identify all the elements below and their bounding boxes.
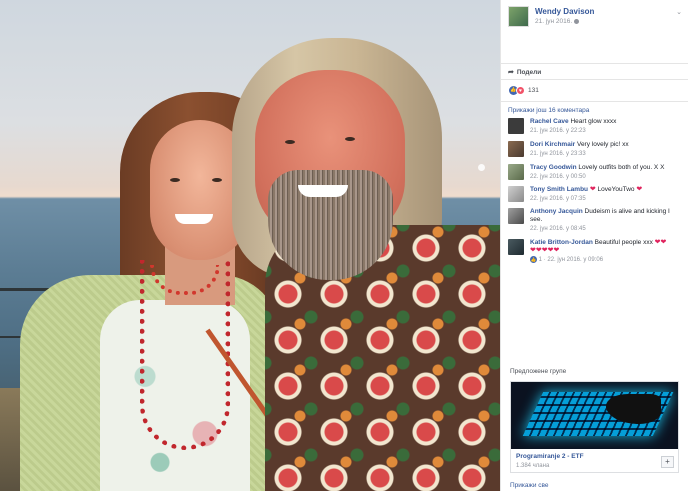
commenter-avatar[interactable] xyxy=(508,239,524,255)
commenter-avatar[interactable] xyxy=(508,186,524,202)
action-bar: ➦ Подели xyxy=(501,63,688,80)
comment-like-count[interactable]: 1 xyxy=(539,257,542,263)
commenter-name[interactable]: Anthony Jacquin xyxy=(530,208,583,215)
post-date[interactable]: 21. јун 2016. xyxy=(535,18,580,25)
heart-icon: ❤ xyxy=(589,186,596,193)
eye xyxy=(170,178,180,182)
commenter-avatar[interactable] xyxy=(508,208,524,224)
commenter-avatar[interactable] xyxy=(508,141,524,157)
commenter-name[interactable]: Katie Britton-Jordan xyxy=(530,239,593,246)
eye xyxy=(345,137,355,141)
heart-icon: ❤❤ xyxy=(654,239,667,246)
reaction-count: 131 xyxy=(528,87,539,94)
suggested-groups-title: Предложене групе xyxy=(510,368,567,375)
suggested-group-card[interactable]: Programiranje 2 - ETF 1.384 члана + xyxy=(510,381,679,473)
comment-timestamp[interactable]: · 22. јун 2016. у 09:06 xyxy=(544,257,603,263)
comment-body: Rachel Cave Heart glow xxxx 21. јун 2016… xyxy=(530,118,680,135)
post-header: Wendy Davison 21. јун 2016. ⌄ xyxy=(508,6,686,28)
commenter-name[interactable]: Rachel Cave xyxy=(530,118,569,125)
sun xyxy=(478,164,485,171)
comment-meta: 👍 1 · 22. јун 2016. у 09:06 xyxy=(530,256,680,264)
view-more-comments-link[interactable]: Прикажи још 16 коментара xyxy=(508,107,589,114)
comment-text: Heart glow xxxx xyxy=(570,118,617,125)
eye xyxy=(212,178,222,182)
comment-text: Lovely outfits both of you. X X xyxy=(578,164,665,171)
chevron-down-icon[interactable]: ⌄ xyxy=(676,8,682,16)
commenter-name[interactable]: Tracy Goodwin xyxy=(530,164,577,171)
heart-icon: ❤❤❤❤❤ xyxy=(530,247,560,254)
comment-body: Katie Britton-Jordan Beautiful people xx… xyxy=(530,239,680,264)
comment-body: Anthony Jacquin Dudeism is alive and kic… xyxy=(530,208,680,233)
comment-body: Tony Smith Lambu ❤ LoveYouTwo ❤ 22. јун … xyxy=(530,186,680,203)
comment-timestamp[interactable]: 21. јун 2016. у 22:23 xyxy=(530,127,680,135)
commenter-name[interactable]: Dori Kirchmair xyxy=(530,141,575,148)
commenter-avatar[interactable] xyxy=(508,118,524,134)
share-icon: ➦ xyxy=(508,69,514,76)
post-side-pane: Wendy Davison 21. јун 2016. ⌄ ➦ Подели 👍 … xyxy=(500,0,688,491)
necklace xyxy=(140,260,230,450)
like-icon: 👍 xyxy=(530,256,537,263)
comment-timestamp[interactable]: 22. јун 2016. у 08:45 xyxy=(530,225,680,233)
author-name[interactable]: Wendy Davison xyxy=(535,7,594,16)
comment-text: Beautiful people xxx xyxy=(594,239,653,246)
eye xyxy=(285,140,295,144)
share-label: Подели xyxy=(516,69,542,76)
comment-text: Very lovely pic! xx xyxy=(576,141,629,148)
comment-timestamp[interactable]: 21. јун 2016. у 23:33 xyxy=(530,150,680,158)
love-icon: ♥ xyxy=(516,86,525,95)
comment-timestamp[interactable]: 22. јун 2016. у 00:50 xyxy=(530,173,680,181)
group-members: 1.384 члана xyxy=(516,463,550,469)
comment-body: Dori Kirchmair Very lovely pic! xx 21. ј… xyxy=(530,141,680,158)
see-all-link[interactable]: Прикажи све xyxy=(510,482,549,489)
post-date-text: 21. јун 2016. xyxy=(535,18,573,25)
group-name[interactable]: Programiranje 2 - ETF xyxy=(516,453,584,460)
author-avatar[interactable] xyxy=(508,6,529,27)
post-photo[interactable] xyxy=(0,0,500,491)
comment-timestamp[interactable]: 22. јун 2016. у 07:35 xyxy=(530,195,680,203)
heart-icon: ❤ xyxy=(636,186,643,193)
commenter-avatar[interactable] xyxy=(508,164,524,180)
divider xyxy=(501,101,688,102)
share-button[interactable]: ➦ Подели xyxy=(508,68,541,76)
globe-icon xyxy=(574,18,580,24)
smile xyxy=(298,185,348,197)
commenter-name[interactable]: Tony Smith Lambu xyxy=(530,186,588,193)
join-group-button[interactable]: + xyxy=(661,456,674,468)
comment-text: LoveYouTwo xyxy=(597,186,635,193)
smile xyxy=(175,214,213,224)
group-cover-image[interactable] xyxy=(511,382,678,449)
comment-body: Tracy Goodwin Lovely outfits both of you… xyxy=(530,164,680,181)
